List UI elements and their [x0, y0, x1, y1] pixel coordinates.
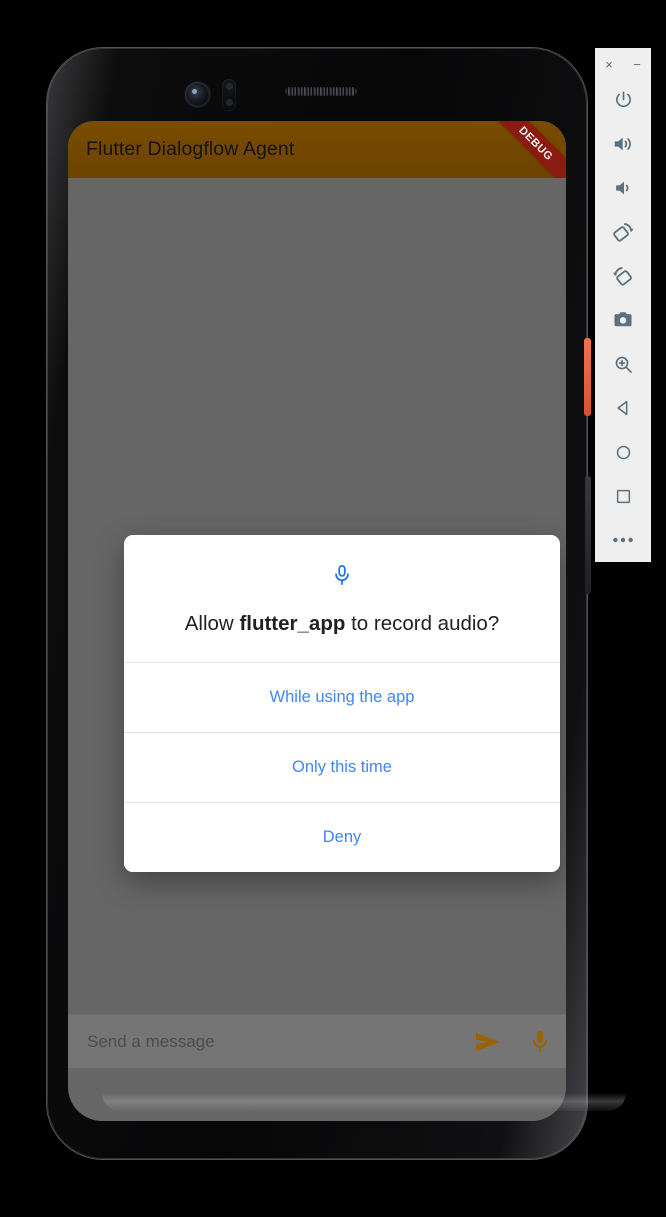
- front-camera-lens: [185, 82, 210, 107]
- dialog-message: Allow flutter_app to record audio?: [142, 611, 542, 637]
- debug-banner: DEBUG: [481, 121, 566, 178]
- proximity-sensor: [222, 79, 236, 111]
- debug-banner-label: DEBUG: [516, 124, 556, 163]
- close-window-button[interactable]: ×: [601, 58, 617, 71]
- while-using-the-app-button[interactable]: While using the app: [124, 661, 560, 732]
- app-bar: Flutter Dialogflow Agent DEBUG: [68, 121, 566, 178]
- more-button[interactable]: [595, 518, 651, 562]
- phone-screen: Flutter Dialogflow Agent DEBUG Allow flu…: [68, 121, 566, 1121]
- home-button[interactable]: [595, 430, 651, 474]
- window-controls: × −: [595, 48, 651, 78]
- zoom-button[interactable]: [595, 342, 651, 386]
- camera-icon: [614, 312, 632, 327]
- overview-icon: [616, 489, 630, 503]
- power-button[interactable]: [595, 78, 651, 122]
- device-power-button[interactable]: [584, 338, 591, 416]
- zoom-in-icon: [615, 356, 632, 373]
- more-icon: [613, 537, 633, 543]
- dialog-app-name: flutter_app: [239, 612, 346, 635]
- power-icon: [615, 90, 631, 107]
- device-volume-rocker[interactable]: [585, 476, 591, 594]
- home-icon: [616, 445, 630, 459]
- message-input[interactable]: [85, 1030, 462, 1053]
- volume-up-icon: [614, 137, 631, 151]
- rotate-right-icon: [612, 266, 632, 286]
- back-icon: [617, 400, 628, 416]
- send-button[interactable]: [462, 1032, 514, 1052]
- earpiece-speaker-grille: [285, 87, 357, 96]
- rotate-left-button[interactable]: [595, 210, 651, 254]
- volume-down-icon: [616, 181, 629, 195]
- back-button[interactable]: [595, 386, 651, 430]
- send-icon: [476, 1032, 500, 1051]
- screenshot-button[interactable]: [595, 298, 651, 342]
- microphone-icon: [533, 1030, 547, 1052]
- microphone-icon: [335, 564, 349, 586]
- phone-frame: Flutter Dialogflow Agent DEBUG Allow flu…: [47, 48, 626, 1159]
- rotate-left-icon: [612, 222, 634, 242]
- mic-button[interactable]: [514, 1029, 566, 1055]
- message-composer: [68, 1014, 566, 1068]
- volume-up-button[interactable]: [595, 122, 651, 166]
- emulator-toolbar: × −: [595, 48, 651, 562]
- record-audio-permission-dialog: Allow flutter_app to record audio? While…: [124, 535, 560, 872]
- minimize-window-button[interactable]: −: [629, 58, 645, 71]
- rotate-right-button[interactable]: [595, 254, 651, 298]
- page-title: Flutter Dialogflow Agent: [86, 138, 295, 160]
- overview-button[interactable]: [595, 474, 651, 518]
- volume-down-button[interactable]: [595, 166, 651, 210]
- deny-button[interactable]: Deny: [124, 801, 560, 872]
- dialog-message-prefix: Allow: [184, 612, 240, 635]
- phone-top-bezel: [47, 48, 587, 130]
- dialog-message-suffix: to record audio?: [345, 612, 500, 635]
- only-this-time-button[interactable]: Only this time: [124, 731, 560, 802]
- chat-message-list: Allow flutter_app to record audio? While…: [68, 178, 566, 1068]
- dialog-header: Allow flutter_app to record audio?: [124, 535, 560, 662]
